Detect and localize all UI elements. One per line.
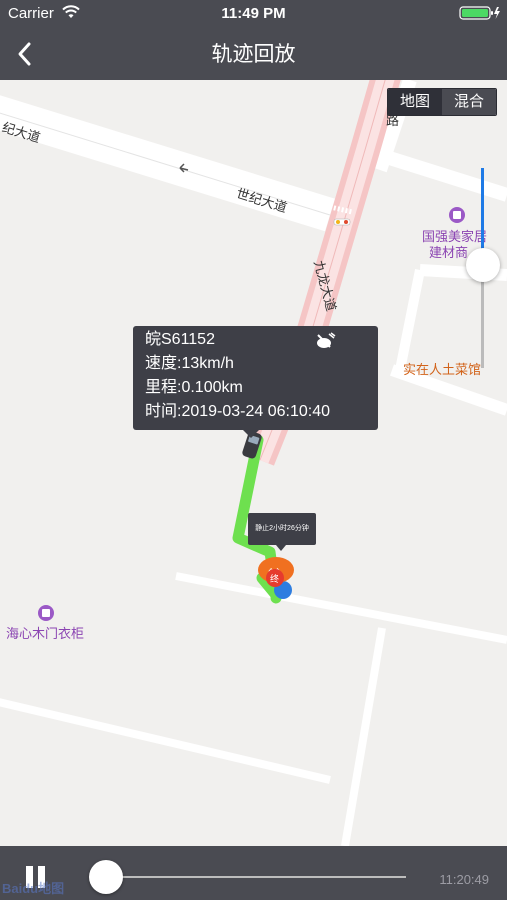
poi-label-haixin: 海心木门衣柜 bbox=[6, 626, 85, 641]
vehicle-info-popup: 皖S61152 速度:13km/h 里程:0.100km 时间:2019-03-… bbox=[133, 326, 378, 438]
map-type-hybrid-button[interactable]: 混合 bbox=[442, 89, 496, 115]
battery-icon bbox=[459, 5, 501, 25]
playback-time: 11:20:49 bbox=[439, 872, 489, 887]
map-view[interactable]: ⌂⌂ 纪大道 世纪大道 九龙大道 路 国强美家居 建材商 实在人土菜馆 海心木门… bbox=[0, 80, 507, 846]
poi-shop-icon-1 bbox=[449, 207, 465, 223]
zoom-slider-knob[interactable] bbox=[466, 248, 500, 282]
vehicle-mileage: 里程:0.100km bbox=[145, 379, 243, 396]
end-marker-label: 终 bbox=[270, 574, 280, 584]
stop-popup-pointer bbox=[276, 545, 286, 551]
page-title: 轨迹回放 bbox=[211, 43, 296, 66]
map-type-standard-button[interactable]: 地图 bbox=[388, 89, 442, 115]
map-type-toggle: 地图 混合 bbox=[387, 88, 497, 116]
status-time: 11:49 PM bbox=[221, 5, 286, 22]
poi-shop-icon-2 bbox=[38, 605, 54, 621]
satellite-icon bbox=[314, 332, 336, 358]
playback-progress-knob[interactable] bbox=[89, 860, 123, 894]
poi-label-guoqiang-2: 建材商 bbox=[429, 245, 469, 260]
nav-bar: 轨迹回放 bbox=[0, 28, 507, 80]
status-bar: Carrier 11:49 PM bbox=[0, 0, 507, 28]
playback-bar: 11:20:49 Baidu地图 bbox=[0, 846, 507, 900]
popup-pointer bbox=[243, 430, 259, 438]
stop-duration-popup: 静止2小时26分钟 bbox=[248, 513, 316, 551]
poi-label-restaurant: 实在人土菜馆 bbox=[403, 362, 482, 377]
baidu-watermark: Baidu地图 bbox=[2, 881, 65, 896]
vehicle-time: 时间:2019-03-24 06:10:40 bbox=[145, 403, 331, 420]
stop-duration-text: 静止2小时26分钟 bbox=[255, 525, 309, 532]
playback-progress-track[interactable] bbox=[104, 876, 406, 878]
